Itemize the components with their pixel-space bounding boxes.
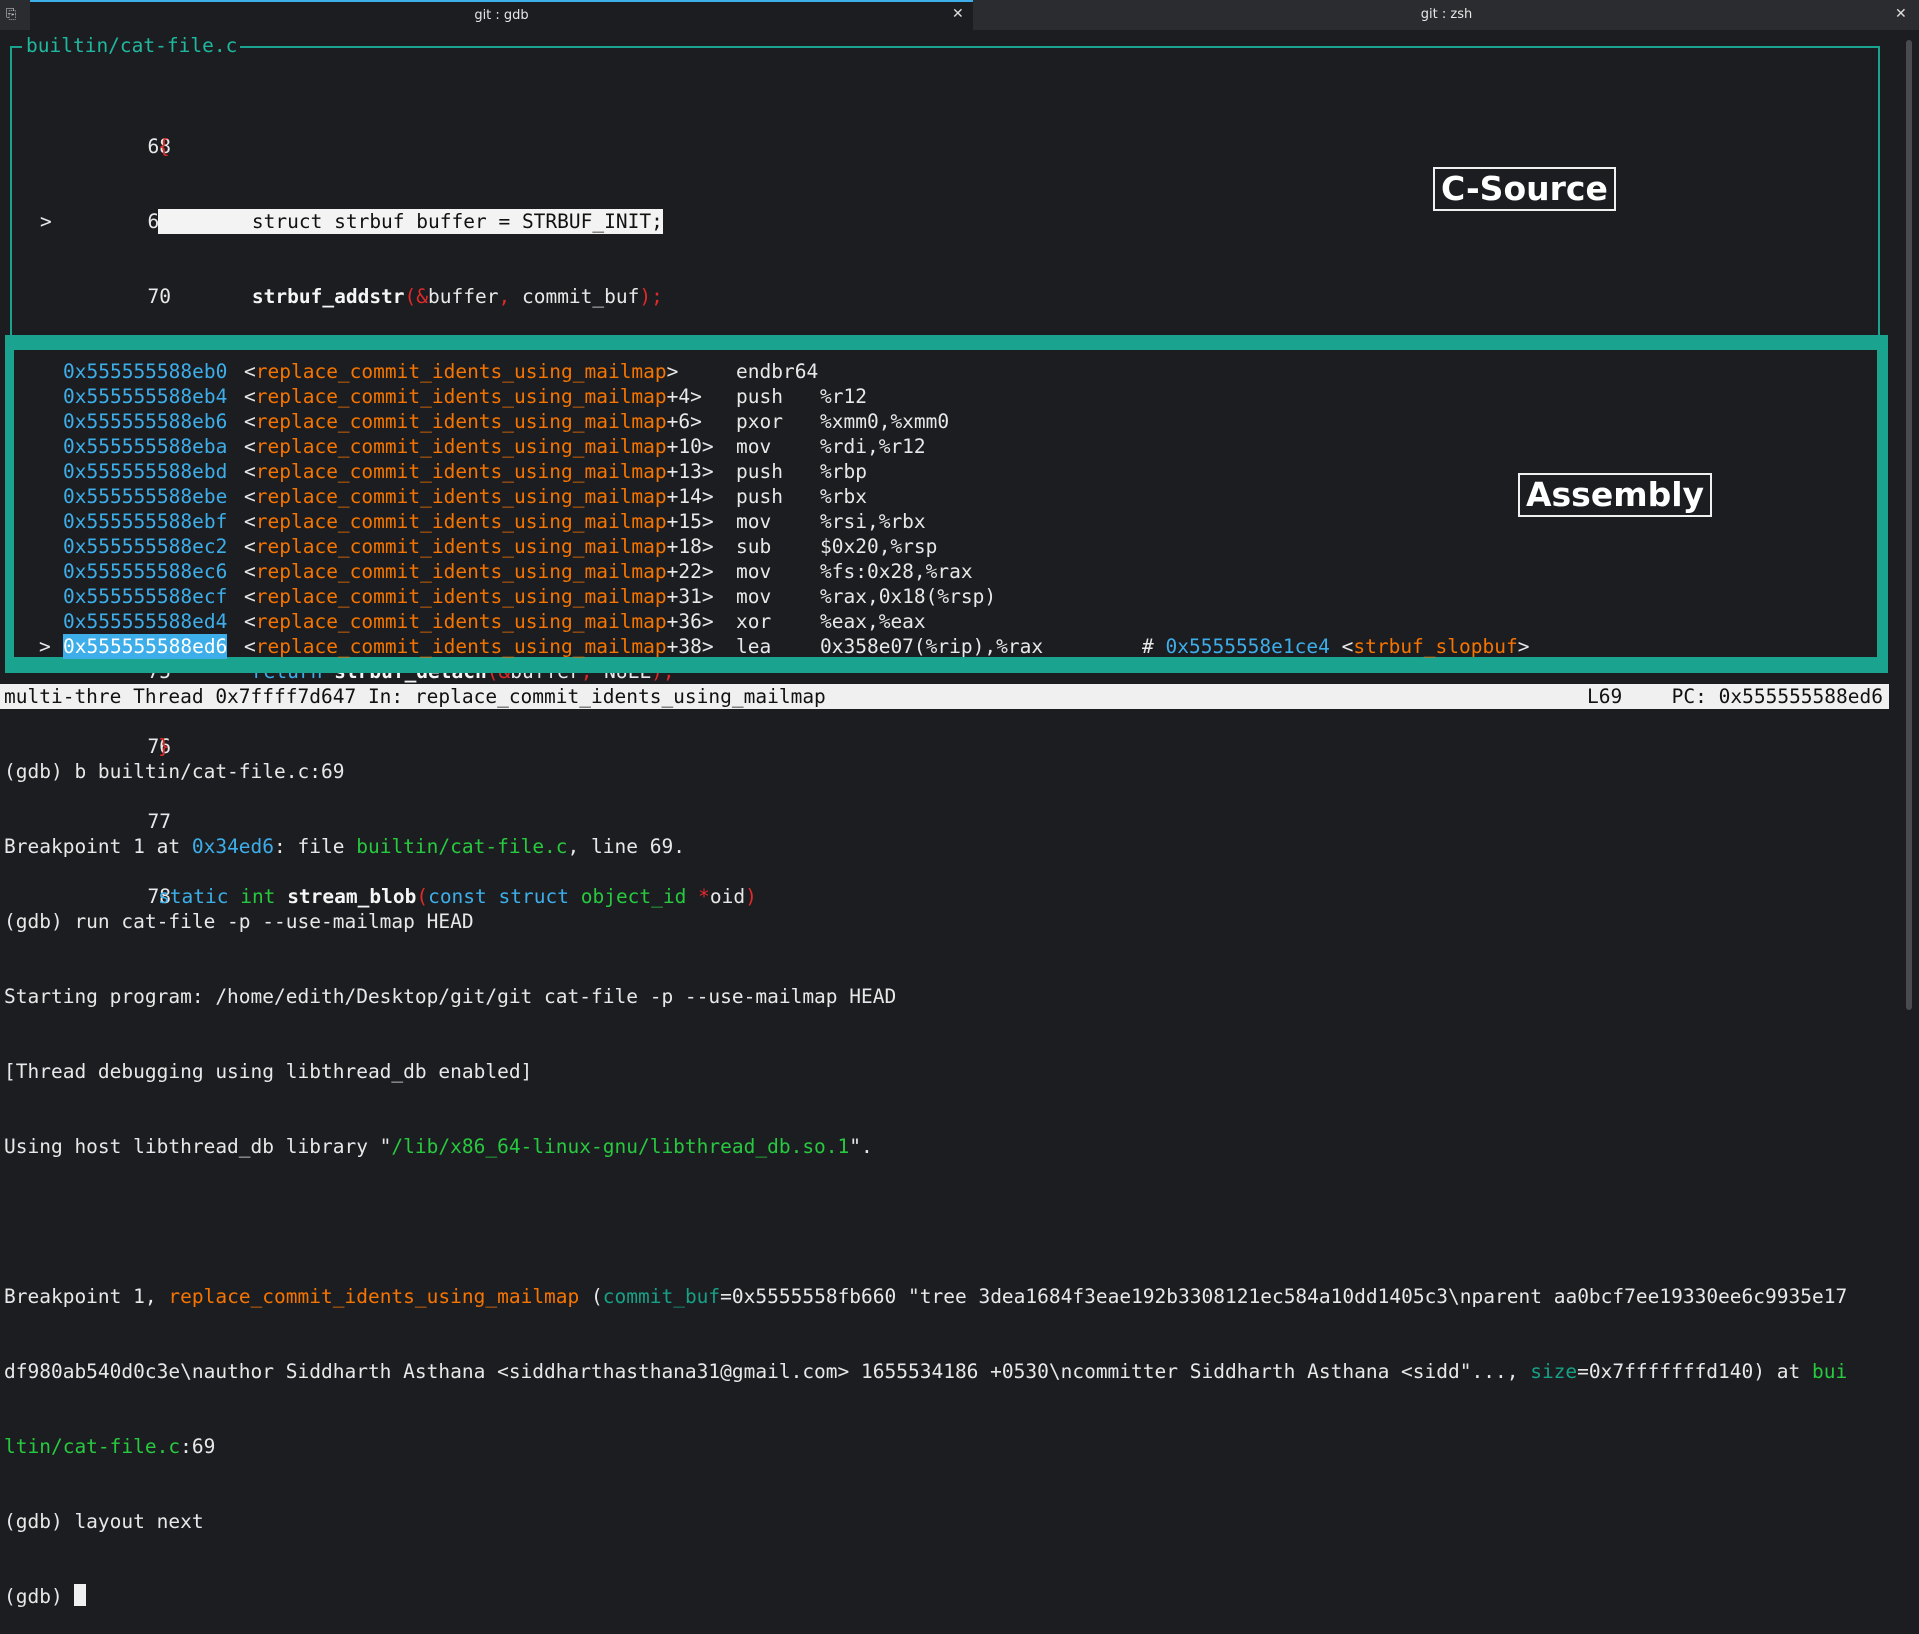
console-line: (gdb) b builtin/cat-file.c:69 (4, 760, 345, 783)
instruction-operands: %r12 (820, 385, 867, 408)
assembly-annotation-label: Assembly (1518, 473, 1713, 517)
instruction-symbol: <replace_commit_idents_using_mailmap+4> (244, 385, 702, 408)
console-line: [Thread debugging using libthread_db ena… (4, 1060, 533, 1083)
instruction-operands: %rsi,%rbx (820, 510, 926, 533)
instruction-operands: %fs:0x28,%rax (820, 560, 973, 583)
instruction-address: 0x555555588ed4 (63, 610, 228, 633)
instruction-opcode: mov (736, 560, 772, 583)
instruction-address: 0x555555588ebf (63, 510, 228, 533)
instruction-symbol: <replace_commit_idents_using_mailmap+36> (244, 610, 714, 633)
tab-label: git : zsh (1420, 7, 1473, 22)
instruction-operands: %rbx (820, 485, 867, 508)
instruction-address: 0x555555588ecf (63, 585, 228, 608)
tab-git-gdb[interactable]: git : gdb (30, 0, 973, 30)
instruction-address: 0x555555588eb4 (63, 385, 228, 408)
instruction-opcode: push (736, 460, 783, 483)
instruction-operands: %eax,%eax (820, 610, 926, 633)
terminal-scrollbar[interactable] (1906, 40, 1912, 1010)
text-cursor (74, 1584, 87, 1606)
console-prompt[interactable]: (gdb) (4, 1584, 1847, 1609)
console-line: Using host libthread_db library "/lib/x8… (4, 1135, 873, 1158)
instruction-address: 0x555555588eb6 (63, 410, 228, 433)
c-source-annotation-label: C-Source (1433, 167, 1616, 211)
instruction-symbol: <replace_commit_idents_using_mailmap+38> (244, 635, 714, 658)
instruction-symbol: <replace_commit_idents_using_mailmap+6> (244, 410, 702, 433)
instruction-opcode: sub (736, 535, 772, 558)
instruction-address: 0x555555588ec6 (63, 560, 228, 583)
console-line: Starting program: /home/edith/Desktop/gi… (4, 985, 897, 1008)
instruction-opcode: xor (736, 610, 772, 633)
instruction-opcode: endbr64 (736, 360, 819, 383)
console-line: Breakpoint 1, replace_commit_idents_usin… (4, 1285, 1848, 1308)
tab-bar: ⎘ git : gdb ✕ git : zsh ✕ (0, 0, 1919, 30)
current-marker: > (39, 635, 51, 658)
console-line: Breakpoint 1 at 0x34ed6: file builtin/ca… (4, 835, 685, 858)
source-line: 70 strbuf_addstr(&buffer, commit_buf); (147, 285, 663, 308)
console-line: ltin/cat-file.c:69 (4, 1435, 216, 1458)
status-thread-info: multi-thre Thread 0x7ffff7d647 In: repla… (4, 685, 826, 708)
instruction-address: 0x555555588ed6 (63, 634, 228, 659)
instruction-operands: 0x358e07(%rip),%rax (820, 635, 1044, 658)
tab-label: git : gdb (474, 8, 529, 23)
instruction-symbol: <replace_commit_idents_using_mailmap+10> (244, 435, 714, 458)
instruction-opcode: pxor (736, 410, 783, 433)
instruction-operands: %rbp (820, 460, 867, 483)
instruction-opcode: push (736, 385, 783, 408)
instruction-opcode: mov (736, 510, 772, 533)
instruction-symbol: <replace_commit_idents_using_mailmap+14> (244, 485, 714, 508)
instruction-address: 0x555555588ebe (63, 485, 228, 508)
status-pc: PC: 0x555555588ed6 (1671, 685, 1883, 708)
instruction-address: 0x555555588ec2 (63, 535, 228, 558)
source-line: 68{ (147, 135, 171, 158)
instruction-symbol: <replace_commit_idents_using_mailmap+13> (244, 460, 714, 483)
source-line-current: >69 struct strbuf buffer = STRBUF_INIT; (40, 209, 663, 234)
console-line: (gdb) run cat-file -p --use-mailmap HEAD (4, 910, 474, 933)
instruction-operands: %xmm0,%xmm0 (820, 410, 950, 433)
close-tab-icon[interactable]: ✕ (952, 6, 964, 22)
instruction-operands: %rax,0x18(%rsp) (820, 585, 997, 608)
instruction-symbol: <replace_commit_idents_using_mailmap+22> (244, 560, 714, 583)
instruction-operands: %rdi,%r12 (820, 435, 926, 458)
instruction-opcode: lea (736, 635, 772, 658)
instruction-symbol: <replace_commit_idents_using_mailmap> (244, 360, 679, 383)
close-tab-icon[interactable]: ✕ (1895, 6, 1907, 22)
instruction-symbol: <replace_commit_idents_using_mailmap+18> (244, 535, 714, 558)
status-bar: multi-thre Thread 0x7ffff7d647 In: repla… (0, 684, 1889, 709)
console-line: df980ab540d0c3e\nauthor Siddharth Asthan… (4, 1360, 1848, 1383)
instruction-operands: $0x20,%rsp (820, 535, 938, 558)
instruction-comment: # 0x5555558e1ce4 <strbuf_slopbuf> (1142, 635, 1530, 658)
instruction-symbol: <replace_commit_idents_using_mailmap+31> (244, 585, 714, 608)
source-file-title: builtin/cat-file.c (22, 33, 241, 58)
instruction-opcode: mov (736, 435, 772, 458)
instruction-opcode: mov (736, 585, 772, 608)
terminal-menu-icon[interactable]: ⎘ (6, 7, 22, 23)
status-line-number: L69 (1587, 685, 1623, 708)
gdb-console[interactable]: (gdb) b builtin/cat-file.c:69 Breakpoint… (4, 709, 1847, 1634)
instruction-opcode: push (736, 485, 783, 508)
console-line: (gdb) layout next (4, 1510, 204, 1533)
instruction-address: 0x555555588eba (63, 435, 228, 458)
instruction-symbol: <replace_commit_idents_using_mailmap+15> (244, 510, 714, 533)
instruction-address: 0x555555588eb0 (63, 360, 228, 383)
tab-git-zsh[interactable]: git : zsh (974, 0, 1919, 30)
instruction-address: 0x555555588ebd (63, 460, 228, 483)
